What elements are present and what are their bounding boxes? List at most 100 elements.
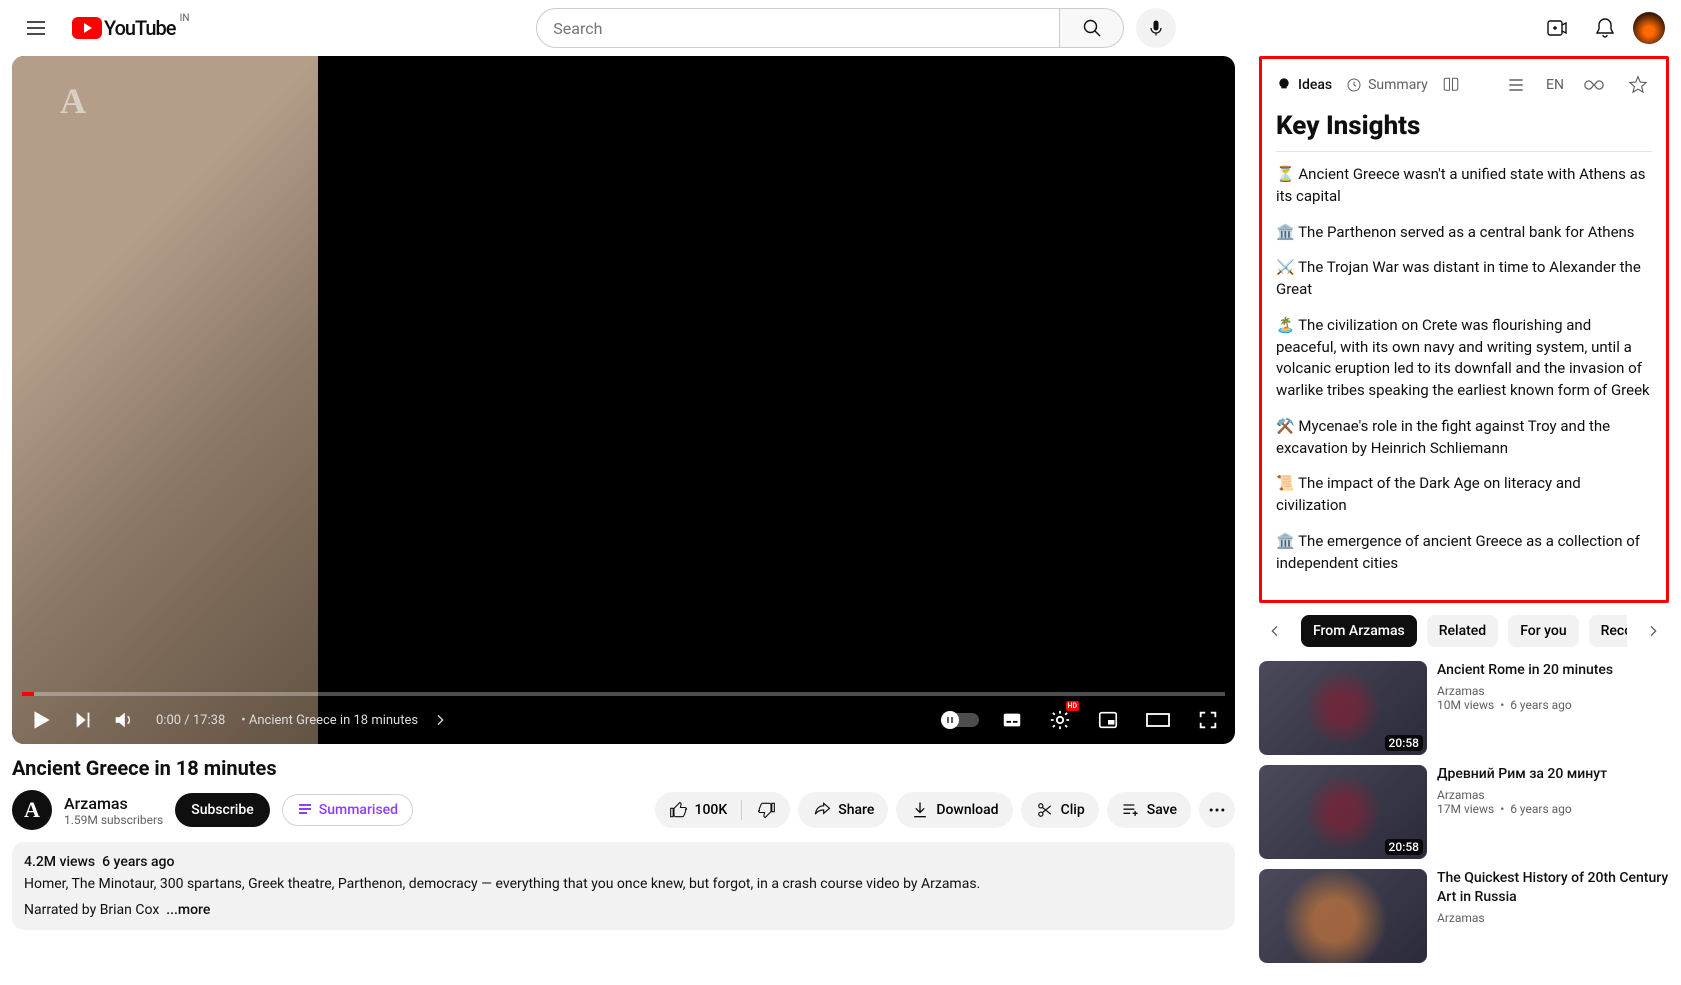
youtube-logo-text: YouTube	[104, 16, 176, 40]
related-chip[interactable]: From Arzamas	[1301, 615, 1417, 647]
download-button[interactable]: Download	[896, 792, 1012, 828]
voice-search-button[interactable]	[1136, 8, 1176, 48]
related-item[interactable]: 20:58Древний Рим за 20 минутArzamas17M v…	[1259, 765, 1669, 859]
chapter-next-button[interactable]	[428, 708, 452, 732]
summarised-chip[interactable]: Summarised	[282, 794, 413, 826]
play-button[interactable]	[24, 703, 58, 737]
header-center	[176, 8, 1538, 48]
chip-next-button[interactable]	[1637, 615, 1669, 647]
description-more[interactable]: ...more	[166, 902, 210, 918]
miniplayer-button[interactable]	[1093, 705, 1123, 735]
autoplay-knob	[941, 711, 959, 729]
header-right	[1537, 8, 1665, 48]
content: A 0:00 / 17:38 • Ancient Greece in 18 mi…	[0, 56, 1681, 973]
country-code: IN	[180, 13, 190, 24]
fullscreen-button[interactable]	[1193, 705, 1223, 735]
subscriber-count: 1.59M subscribers	[64, 813, 163, 827]
tab-book[interactable]	[1442, 76, 1460, 94]
insights-list: ⏳ Ancient Greece wasn't a unified state …	[1276, 164, 1652, 574]
main-column: A 0:00 / 17:38 • Ancient Greece in 18 mi…	[12, 56, 1235, 973]
search-container	[536, 8, 1176, 48]
ellipsis-icon	[1207, 800, 1227, 820]
insights-tabs-right: EN	[1502, 71, 1652, 99]
like-button[interactable]: 100K	[655, 792, 742, 828]
related-chips: From Arzamas Related For you Recommended	[1259, 615, 1669, 647]
theater-button[interactable]	[1141, 705, 1175, 735]
description-box[interactable]: 4.2M views 6 years ago Homer, The Minota…	[12, 842, 1235, 930]
playlist-add-icon	[1121, 800, 1141, 820]
related-chip[interactable]: Related	[1427, 615, 1498, 647]
insights-panel: Ideas Summary EN Key Insights ⏳ Ancient …	[1259, 56, 1669, 603]
clip-button[interactable]: Clip	[1021, 792, 1099, 828]
captions-button[interactable]	[997, 705, 1027, 735]
volume-button[interactable]	[108, 705, 138, 735]
avatar[interactable]	[1633, 12, 1665, 44]
related-channel: Arzamas	[1437, 684, 1669, 698]
related-info: Ancient Rome in 20 minutesArzamas10M vie…	[1437, 661, 1669, 755]
infinity-icon	[1584, 78, 1604, 92]
action-buttons: 100K Share Download Clip	[655, 792, 1236, 828]
chapter-title: • Ancient Greece in 18 minutes	[241, 713, 418, 728]
player-controls: 0:00 / 17:38 • Ancient Greece in 18 minu…	[12, 696, 1235, 744]
chevron-right-icon	[1645, 623, 1661, 639]
theater-icon	[1145, 709, 1171, 731]
youtube-logo[interactable]: YouTube IN	[72, 16, 176, 40]
gear-icon	[1049, 709, 1071, 731]
channel-avatar[interactable]: A	[12, 790, 52, 830]
menu-icon	[24, 16, 48, 40]
video-title: Ancient Greece in 18 minutes	[12, 756, 1235, 780]
insights-list-button[interactable]	[1502, 71, 1530, 99]
thumb-up-icon	[669, 800, 689, 820]
autoplay-toggle[interactable]	[943, 713, 979, 727]
create-icon	[1545, 16, 1569, 40]
download-icon	[910, 800, 930, 820]
tab-summary[interactable]: Summary	[1346, 77, 1428, 93]
share-button[interactable]: Share	[798, 792, 888, 828]
menu-button[interactable]	[16, 8, 56, 48]
related-chip[interactable]: Recommended	[1589, 615, 1627, 647]
miniplayer-icon	[1097, 709, 1119, 731]
channel-name[interactable]: Arzamas	[64, 794, 163, 813]
header-left: YouTube IN	[16, 8, 176, 48]
search-button[interactable]	[1060, 8, 1124, 48]
insights-tabs: Ideas Summary EN	[1276, 71, 1652, 109]
insights-infinity-button[interactable]	[1580, 74, 1608, 96]
insight-item: 🏛️ The Parthenon served as a central ban…	[1276, 222, 1652, 244]
related-meta: 10M views • 6 years ago	[1437, 698, 1669, 712]
insights-title: Key Insights	[1276, 111, 1652, 152]
chip-scroll: From Arzamas Related For you Recommended	[1301, 615, 1627, 647]
tab-ideas[interactable]: Ideas	[1276, 77, 1332, 93]
settings-button[interactable]: HD	[1045, 705, 1075, 735]
related-item[interactable]: 20:58 Ancient Rome in 20 minutesArzamas10…	[1259, 661, 1669, 755]
related-title: Древний Рим за 20 минут	[1437, 765, 1669, 784]
related-videos: 20:58Ancient Rome in 20 minutesArzamas10…	[1259, 661, 1669, 963]
more-actions-button[interactable]	[1199, 792, 1235, 828]
duration-badge: 20:58	[1385, 735, 1423, 751]
subscribe-button[interactable]: Subscribe	[175, 793, 270, 827]
clock-icon	[1346, 77, 1362, 93]
related-item[interactable]: The Quickest History of 20th Century Art…	[1259, 869, 1669, 963]
related-info: Древний Рим за 20 минутArzamas17M views …	[1437, 765, 1669, 859]
related-thumbnail[interactable]: 20:58	[1259, 661, 1427, 755]
related-thumbnail[interactable]	[1259, 869, 1427, 963]
chip-prev-button[interactable]	[1259, 615, 1291, 647]
save-button[interactable]: Save	[1107, 792, 1191, 828]
next-button[interactable]	[68, 705, 98, 735]
create-button[interactable]	[1537, 8, 1577, 48]
search-input[interactable]	[536, 8, 1060, 48]
next-icon	[72, 709, 94, 731]
related-thumbnail[interactable]: 20:58	[1259, 765, 1427, 859]
insight-item: ⏳ Ancient Greece wasn't a unified state …	[1276, 164, 1652, 208]
related-channel: Arzamas	[1437, 911, 1669, 925]
time-display: 0:00 / 17:38	[156, 713, 225, 728]
notifications-button[interactable]	[1585, 8, 1625, 48]
insight-item: 🏝️ The civilization on Crete was flouris…	[1276, 315, 1652, 402]
dislike-button[interactable]	[742, 792, 790, 828]
header: YouTube IN	[0, 0, 1681, 56]
insight-item: 📜 The impact of the Dark Age on literacy…	[1276, 473, 1652, 517]
insights-star-button[interactable]	[1624, 71, 1652, 99]
insights-lang[interactable]: EN	[1546, 77, 1564, 93]
related-chip[interactable]: For you	[1508, 615, 1578, 647]
youtube-play-icon	[72, 17, 102, 39]
video-player[interactable]: A 0:00 / 17:38 • Ancient Greece in 18 mi…	[12, 56, 1235, 744]
